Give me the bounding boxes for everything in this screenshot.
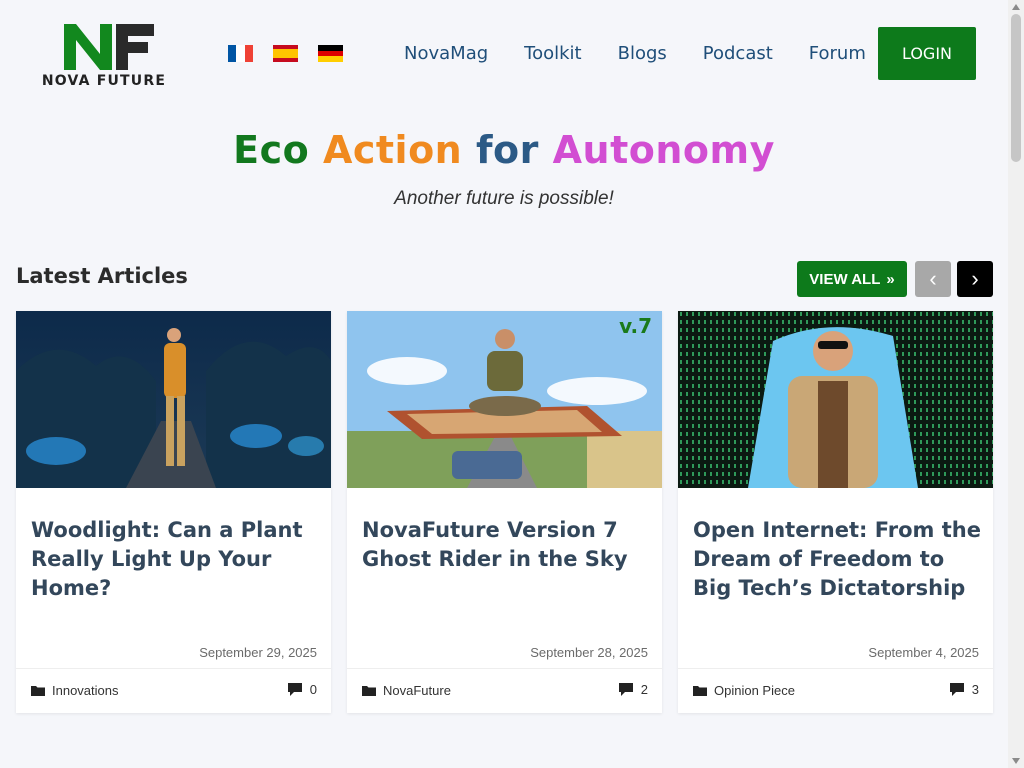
article-card: Open Internet: From the Dream of Freedom… xyxy=(678,311,993,713)
category-label: NovaFuture xyxy=(383,683,451,698)
category-label: Innovations xyxy=(52,683,119,698)
scrollbar-thumb[interactable] xyxy=(1011,14,1021,162)
comment-count: 3 xyxy=(971,682,979,697)
folder-icon xyxy=(693,686,707,696)
comment-count: 0 xyxy=(309,682,317,697)
comment-icon xyxy=(949,683,964,696)
article-category[interactable]: NovaFuture xyxy=(362,683,451,698)
article-category[interactable]: Opinion Piece xyxy=(693,683,795,698)
hero-word-autonomy: Autonomy xyxy=(552,128,775,172)
hero-title: Eco Action for Autonomy xyxy=(0,128,1008,172)
hero-word-for: for xyxy=(475,128,539,172)
nf-logo-icon xyxy=(64,24,154,70)
main-nav: NovaMag Toolkit Blogs Podcast Forum xyxy=(386,27,884,80)
article-date: September 28, 2025 xyxy=(530,645,648,660)
nav-item-forum[interactable]: Forum xyxy=(809,43,866,64)
category-label: Opinion Piece xyxy=(714,683,795,698)
german-flag-icon[interactable] xyxy=(318,45,343,63)
article-category[interactable]: Innovations xyxy=(31,683,119,698)
hero-word-action: Action xyxy=(322,128,463,172)
carousel-next-button[interactable]: › xyxy=(957,261,993,297)
article-footer: NovaFuture 2 xyxy=(347,668,662,713)
article-comments[interactable]: 3 xyxy=(949,682,979,697)
comment-icon xyxy=(618,683,633,696)
nav-item-novamag[interactable]: NovaMag xyxy=(404,43,488,64)
article-card: Woodlight: Can a Plant Really Light Up Y… xyxy=(16,311,331,713)
article-footer: Innovations 0 xyxy=(16,668,331,713)
hero-word-eco: Eco xyxy=(233,128,310,172)
site-header: NOVA FUTURE NovaMag Toolkit Blogs Podcas… xyxy=(0,0,1008,110)
nav-item-toolkit[interactable]: Toolkit xyxy=(524,43,581,64)
article-footer: Opinion Piece 3 xyxy=(678,668,993,713)
article-title[interactable]: Open Internet: From the Dream of Freedom… xyxy=(693,516,983,603)
french-flag-icon[interactable] xyxy=(228,45,253,62)
nav-item-blogs[interactable]: Blogs xyxy=(618,43,667,64)
comment-icon xyxy=(287,683,302,696)
article-comments[interactable]: 0 xyxy=(287,682,317,697)
folder-icon xyxy=(362,686,376,696)
login-button[interactable]: LOGIN xyxy=(878,27,976,80)
article-date: September 4, 2025 xyxy=(868,645,979,660)
page-scrollbar[interactable] xyxy=(1008,0,1024,768)
view-all-button[interactable]: VIEW ALL » xyxy=(797,261,907,297)
article-title[interactable]: Woodlight: Can a Plant Really Light Up Y… xyxy=(31,516,321,603)
article-card: v.7 NovaFuture Version 7 Ghost Rider in … xyxy=(347,311,662,713)
site-logo[interactable]: NOVA FUTURE xyxy=(34,18,174,92)
scroll-down-arrow-icon[interactable] xyxy=(1012,758,1020,764)
version-badge: v.7 xyxy=(619,314,652,338)
article-image[interactable] xyxy=(16,311,331,488)
latest-articles-heading: Latest Articles xyxy=(16,264,188,288)
folder-icon xyxy=(31,686,45,696)
nav-item-podcast[interactable]: Podcast xyxy=(703,43,773,64)
spanish-flag-icon[interactable] xyxy=(273,45,298,62)
chevron-left-icon: ‹ xyxy=(929,266,937,291)
chevron-right-icon: › xyxy=(971,266,979,291)
article-comments[interactable]: 2 xyxy=(618,682,648,697)
language-switcher xyxy=(228,45,343,63)
article-image[interactable] xyxy=(678,311,993,488)
view-all-label: VIEW ALL xyxy=(809,270,881,288)
comment-count: 2 xyxy=(640,682,648,697)
hero-subtitle: Another future is possible! xyxy=(394,188,614,209)
article-image[interactable]: v.7 xyxy=(347,311,662,488)
scroll-up-arrow-icon[interactable] xyxy=(1012,4,1020,10)
double-chevron-right-icon: » xyxy=(886,270,895,288)
article-title[interactable]: NovaFuture Version 7 Ghost Rider in the … xyxy=(362,516,652,574)
carousel-prev-button[interactable]: ‹ xyxy=(915,261,951,297)
logo-text: NOVA FUTURE xyxy=(41,73,167,89)
article-date: September 29, 2025 xyxy=(199,645,317,660)
